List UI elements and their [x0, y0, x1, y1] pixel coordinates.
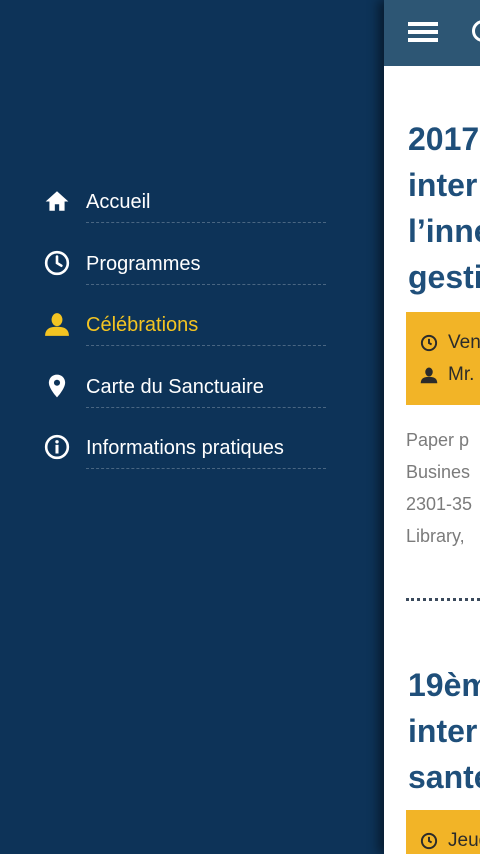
app-bar — [384, 0, 480, 66]
menu-divider — [86, 345, 326, 346]
post-divider — [406, 598, 480, 601]
post-author-row: Mr. 1 — [420, 364, 480, 386]
post-title[interactable]: 2017 inter l’inne gesti — [408, 116, 480, 300]
post-date: Ven — [448, 332, 480, 353]
menu-item-label: Carte du Sanctuaire — [86, 375, 264, 398]
menu-item-informations-pratiques[interactable]: Informations pratiques — [0, 416, 384, 478]
drawer-menu: Accueil Programmes Célébrations Carte du… — [0, 170, 384, 478]
home-icon — [44, 188, 70, 214]
post-author: Mr. 1 — [448, 364, 480, 385]
menu-item-label: Célébrations — [86, 314, 199, 336]
menu-item-carte-du-sanctuaire[interactable]: Carte du Sanctuaire — [0, 355, 384, 417]
screen: Accueil Programmes Célébrations Carte du… — [0, 0, 480, 854]
post-title-line: l’inne — [408, 213, 480, 249]
post-title[interactable]: 19èm inter santé — [408, 662, 480, 800]
menu-icon[interactable] — [408, 22, 438, 44]
post-title-line: 2017 — [408, 121, 480, 157]
map-pin-icon — [44, 373, 70, 399]
post-title-line: gesti — [408, 259, 480, 295]
person-icon — [420, 367, 438, 384]
post-date-row: Jeud — [420, 830, 480, 852]
post-title-line: santé — [408, 759, 480, 795]
person-icon — [44, 311, 70, 337]
main-content[interactable]: 2017 inter l’inne gesti Ven Mr. 1 Paper … — [384, 0, 480, 854]
post-excerpt-line: Busines — [406, 462, 471, 482]
menu-item-celebrations[interactable]: Célébrations — [0, 293, 384, 355]
post-meta-box: Ven Mr. 1 — [406, 312, 480, 405]
clock-icon — [420, 832, 438, 850]
menu-item-label: Informations pratiques — [86, 437, 284, 459]
post-date: Jeud — [448, 830, 480, 851]
menu-divider — [86, 283, 326, 285]
post-excerpt-line: Paper p — [406, 430, 470, 450]
post-excerpt: Paper p Busines 2301-35 Library, — [406, 424, 480, 552]
clock-icon[interactable] — [472, 20, 480, 42]
menu-divider — [86, 222, 326, 223]
menu-divider — [86, 406, 326, 408]
menu-item-programmes[interactable]: Programmes — [0, 232, 384, 294]
navigation-drawer: Accueil Programmes Célébrations Carte du… — [0, 0, 384, 854]
info-icon — [44, 434, 70, 460]
post-title-line: inter — [408, 713, 478, 749]
post-title-line: 19èm — [408, 667, 480, 703]
menu-item-label: Accueil — [86, 191, 151, 213]
post-excerpt-line: 2301-35 — [406, 494, 473, 514]
post-title-line: inter — [408, 167, 478, 203]
menu-item-accueil[interactable]: Accueil — [0, 170, 384, 232]
menu-divider — [86, 468, 326, 469]
clock-icon — [420, 334, 438, 352]
post-date-row: Ven — [420, 332, 480, 354]
post-excerpt-line: Library, — [406, 526, 465, 546]
post-meta-box: Jeud — [406, 810, 480, 854]
clock-icon — [44, 250, 70, 276]
menu-item-label: Programmes — [86, 252, 201, 275]
